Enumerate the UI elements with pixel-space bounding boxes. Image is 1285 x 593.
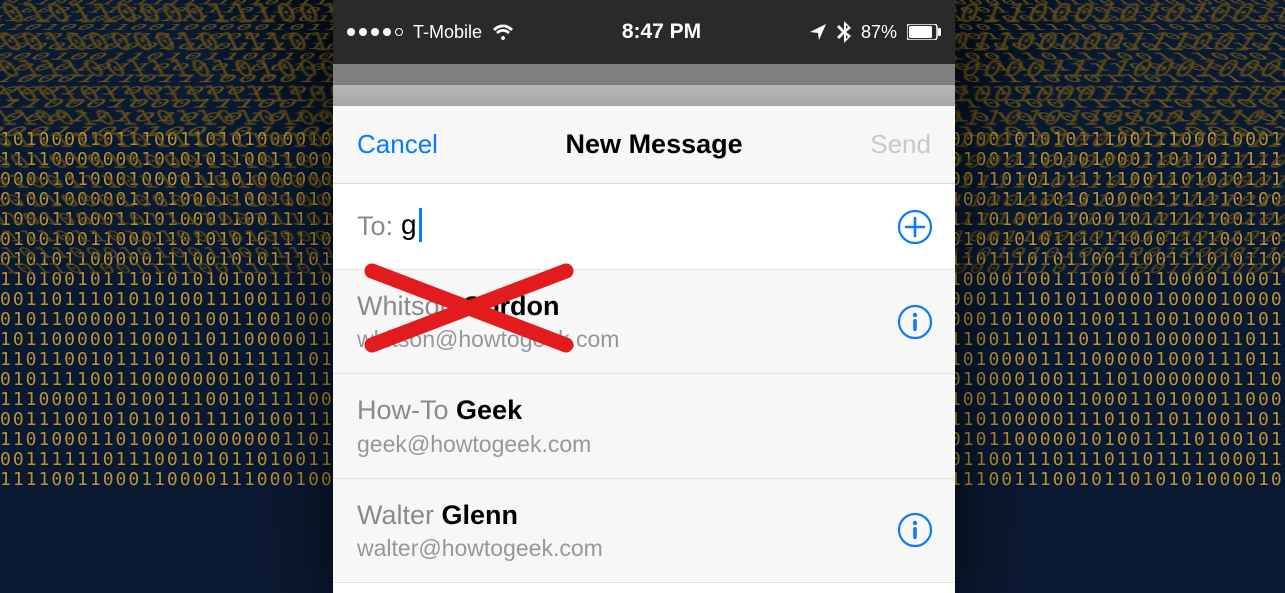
bluetooth-icon [837,21,851,43]
contact-suggestion[interactable]: How-To Geek geek@howtogeek.com [333,374,955,478]
status-time: 8:47 PM [514,20,809,44]
info-circle-icon [897,304,933,340]
compose-title: New Message [566,129,743,160]
send-button[interactable]: Send [870,129,931,160]
info-circle-icon [897,512,933,548]
wifi-icon [492,23,514,41]
contact-suggestion-list: Whitson Gordon whitson@howtogeek.com How-T… [333,270,955,583]
contact-email: geek@howtogeek.com [357,431,937,458]
contact-name: Walter Glenn [357,499,893,531]
contact-suggestion[interactable]: Whitson Gordon whitson@howtogeek.com [333,270,955,374]
carrier-name: T-Mobile [413,22,482,43]
add-contact-button[interactable] [893,205,937,249]
contact-email: whitson@howtogeek.com [357,326,893,353]
cancel-button[interactable]: Cancel [357,129,438,160]
to-field-row[interactable]: To: g [333,184,955,270]
contact-email: walter@howtogeek.com [357,535,893,562]
contact-info-button[interactable] [893,508,937,552]
compose-nav-bar: Cancel New Message Send [333,106,955,184]
contact-info-button[interactable] [893,300,937,344]
battery-percent: 87% [861,22,897,43]
to-input[interactable]: g [401,209,893,244]
contact-name: Whitson Gordon [357,290,893,322]
contact-name: How-To Geek [357,394,937,426]
battery-icon [907,24,941,40]
compose-sheet: Cancel New Message Send To: g Whitson Go… [333,106,955,583]
signal-dots-icon [347,28,403,36]
background-dim-strip [333,64,955,84]
text-caret [419,208,422,242]
back-card-edge [333,84,955,106]
location-icon [809,23,827,41]
status-bar: T-Mobile 8:47 PM 87% [333,0,955,64]
contact-suggestion[interactable]: Walter Glenn walter@howtogeek.com [333,479,955,583]
plus-circle-icon [897,209,933,245]
to-label: To: [357,211,393,242]
to-input-value: g [401,209,417,240]
phone-screenshot: T-Mobile 8:47 PM 87% Cancel New Message … [333,0,955,593]
